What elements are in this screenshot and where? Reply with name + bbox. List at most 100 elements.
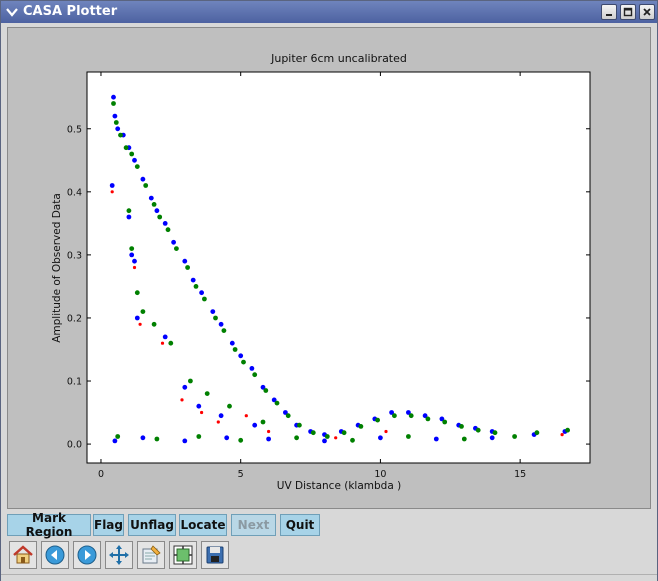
- y-tick-label: 0.0: [67, 440, 82, 451]
- data-point: [322, 438, 327, 444]
- data-point: [151, 321, 157, 327]
- y-tick-label: 0.2: [67, 313, 82, 324]
- x-tick-label: 5: [238, 469, 244, 480]
- forward-button[interactable]: [73, 541, 101, 569]
- mark-region-button[interactable]: Mark Region: [7, 511, 91, 539]
- window-bottom-border: [1, 574, 657, 581]
- data-point: [132, 258, 137, 264]
- data-point: [249, 366, 255, 371]
- data-point: [216, 420, 220, 424]
- x-tick-label: 15: [514, 469, 526, 480]
- subplots-icon: [173, 545, 193, 565]
- window-title: CASA Plotter: [23, 4, 118, 19]
- data-point: [350, 437, 355, 443]
- subplots-button[interactable]: [169, 541, 197, 569]
- data-point: [185, 265, 191, 270]
- y-tick-label: 0.4: [67, 187, 82, 198]
- pan-button[interactable]: [105, 541, 133, 569]
- close-button[interactable]: [639, 4, 655, 20]
- data-point: [459, 424, 464, 429]
- data-point: [190, 277, 196, 283]
- data-point: [196, 403, 202, 409]
- data-point: [134, 164, 140, 170]
- home-icon: [13, 545, 33, 564]
- data-point: [132, 157, 137, 163]
- data-point: [132, 265, 137, 270]
- unflag-button[interactable]: Unflag: [128, 514, 176, 536]
- data-point: [123, 145, 129, 151]
- locate-button[interactable]: Locate: [179, 514, 227, 536]
- data-point: [154, 436, 160, 442]
- maximize-button[interactable]: [620, 4, 636, 20]
- home-button[interactable]: [9, 541, 37, 569]
- data-point: [378, 435, 383, 441]
- data-point: [148, 195, 154, 201]
- x-tick-label: 0: [98, 469, 104, 480]
- data-point: [218, 413, 224, 419]
- data-point: [182, 258, 188, 264]
- quit-button[interactable]: Quit: [280, 514, 320, 536]
- data-point: [143, 183, 149, 188]
- data-point: [126, 214, 132, 220]
- next-button[interactable]: Next: [231, 514, 276, 536]
- minimize-button[interactable]: [601, 4, 617, 20]
- data-point: [512, 434, 517, 439]
- y-tick-label: 0.5: [67, 124, 82, 135]
- data-point: [140, 435, 146, 441]
- data-point: [384, 429, 388, 434]
- data-point: [375, 417, 380, 423]
- chart-title: Jupiter 6cm uncalibrated: [270, 52, 407, 65]
- data-point: [134, 290, 140, 296]
- data-point: [200, 410, 204, 415]
- data-point: [324, 434, 330, 439]
- data-point: [202, 296, 207, 302]
- data-point: [392, 413, 397, 419]
- data-point: [294, 435, 299, 441]
- maximize-icon: [623, 7, 633, 17]
- forward-icon: [77, 545, 97, 565]
- data-point: [210, 309, 216, 314]
- data-point: [534, 430, 540, 436]
- scatter-plot: Jupiter 6cm uncalibrated 0 5 10 15 0.0 0.1 0.…: [8, 28, 650, 508]
- zoom-button[interactable]: [137, 541, 165, 569]
- data-point: [489, 435, 495, 441]
- data-point: [266, 436, 271, 442]
- close-icon: [643, 8, 651, 16]
- y-axis-label: Amplitude of Observed Data: [51, 193, 63, 343]
- data-point: [204, 391, 210, 396]
- data-point: [112, 113, 118, 119]
- data-point: [218, 321, 224, 327]
- data-point: [229, 340, 235, 346]
- data-point: [565, 427, 570, 433]
- data-point: [252, 422, 258, 428]
- data-point: [232, 347, 238, 352]
- minimize-icon: [606, 14, 612, 16]
- data-point: [174, 246, 179, 252]
- data-point: [115, 126, 121, 132]
- data-point: [129, 252, 135, 258]
- y-tick-label: 0.3: [67, 250, 82, 261]
- plot-area[interactable]: [87, 72, 590, 463]
- x-axis-label: UV Distance (klambda ): [277, 480, 401, 492]
- data-point: [140, 309, 146, 314]
- save-button[interactable]: [201, 541, 229, 569]
- back-icon: [45, 545, 65, 565]
- back-button[interactable]: [41, 541, 69, 569]
- data-point: [160, 341, 165, 345]
- data-point: [165, 227, 171, 233]
- data-point: [111, 94, 116, 100]
- title-bar[interactable]: CASA Plotter: [1, 1, 657, 23]
- window-menu-icon[interactable]: [4, 4, 20, 20]
- data-point: [238, 353, 244, 359]
- data-point: [171, 239, 177, 245]
- zoom-icon: [142, 545, 161, 564]
- plot-canvas[interactable]: Jupiter 6cm uncalibrated 0 5 10 15 0.0 0.1 0.…: [7, 27, 651, 509]
- data-point: [199, 290, 205, 296]
- data-point: [442, 419, 448, 425]
- data-point: [196, 434, 202, 439]
- data-point: [126, 208, 132, 214]
- data-point: [134, 315, 140, 321]
- data-point: [406, 434, 411, 439]
- flag-button[interactable]: Flag: [93, 514, 124, 536]
- data-point: [244, 414, 248, 418]
